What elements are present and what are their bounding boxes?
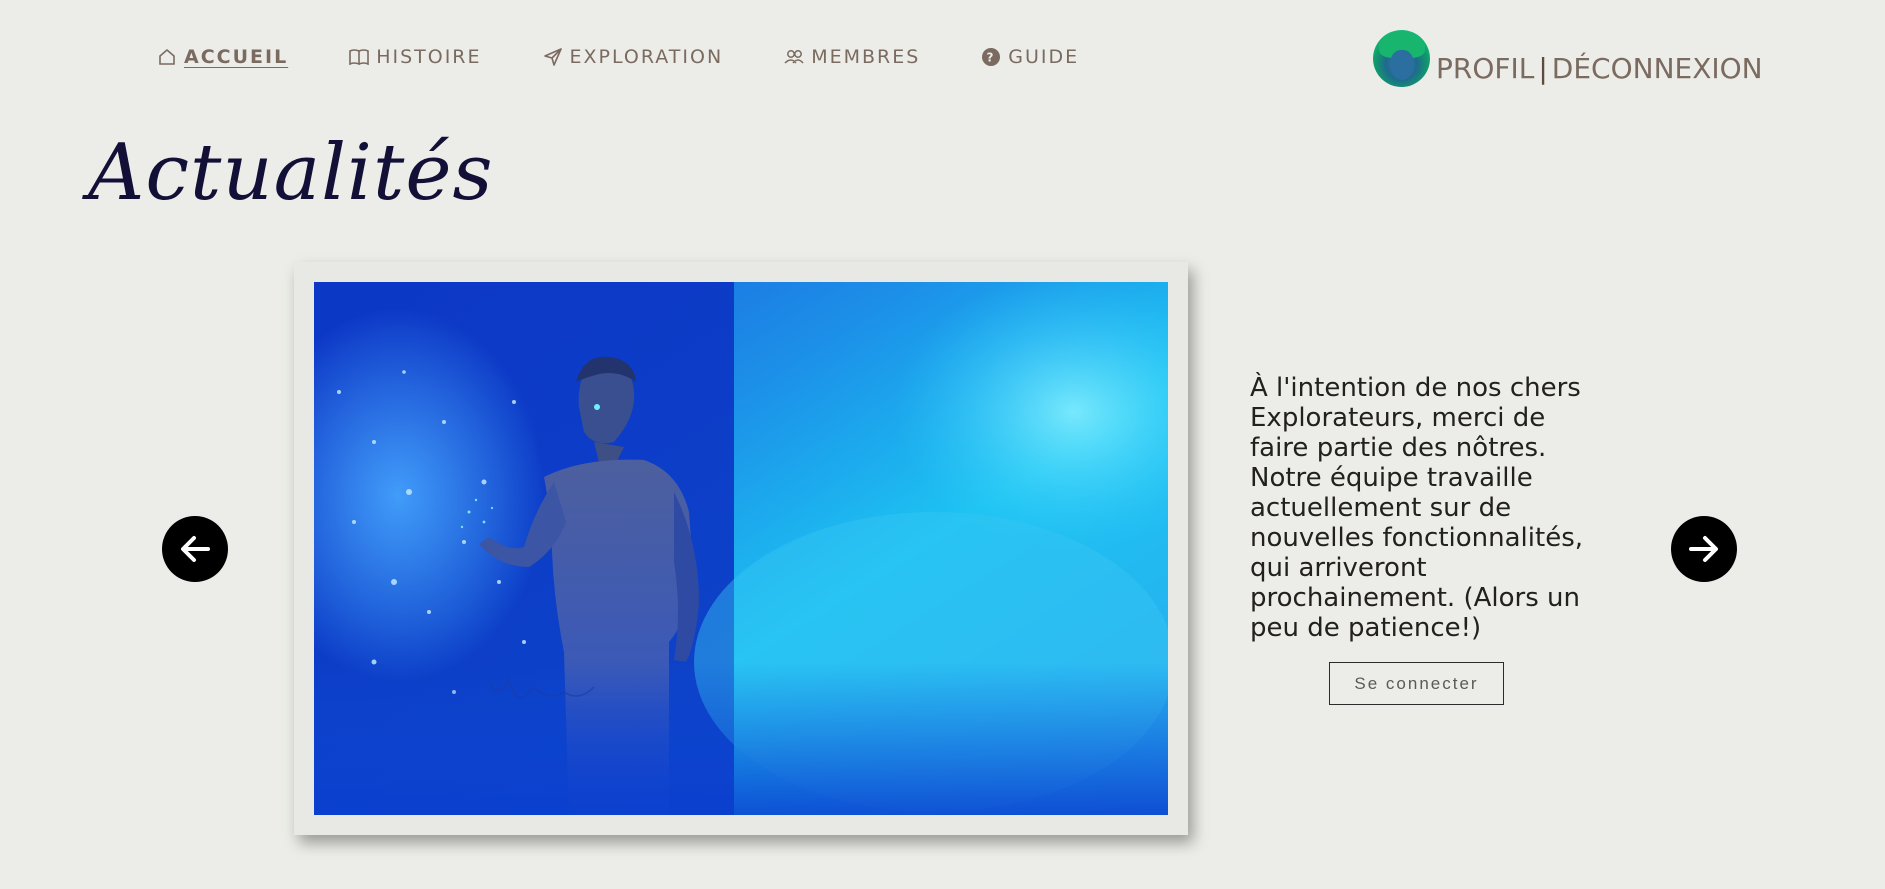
profile-link[interactable]: PROFIL — [1436, 52, 1534, 85]
nav-item-label: HISTOIRE — [376, 46, 482, 68]
arrow-left-icon — [181, 536, 210, 562]
nav-item-histoire[interactable]: HISTOIRE — [348, 46, 481, 68]
paper-plane-icon — [542, 46, 564, 68]
connect-button[interactable]: Se connecter — [1329, 662, 1504, 705]
avatar[interactable] — [1373, 30, 1430, 87]
book-icon — [348, 46, 370, 68]
slide-illustration — [314, 282, 1168, 815]
main-nav: ACCUEIL HISTOIRE EXPLORATION MEMBRES ? G… — [156, 46, 1139, 68]
logout-link[interactable]: DÉCONNEXION — [1552, 52, 1763, 85]
users-icon — [783, 46, 805, 68]
svg-text:?: ? — [987, 51, 996, 65]
slide-description: À l'intention de nos chers Explorateurs,… — [1250, 373, 1583, 643]
nav-item-membres[interactable]: MEMBRES — [783, 46, 920, 68]
slide-frame — [294, 262, 1188, 835]
profile-links: PROFIL | DÉCONNEXION — [1436, 52, 1763, 85]
carousel-next-button[interactable] — [1671, 516, 1737, 582]
profile-separator: | — [1538, 52, 1548, 85]
nav-item-label: EXPLORATION — [569, 46, 724, 68]
nav-item-label: ACCUEIL — [184, 46, 289, 68]
avatar-face — [1390, 50, 1414, 80]
page-title: Actualités — [88, 128, 494, 218]
nav-item-label: GUIDE — [1008, 46, 1080, 68]
nav-item-exploration[interactable]: EXPLORATION — [542, 46, 724, 68]
arrow-right-icon — [1689, 536, 1718, 562]
carousel-prev-button[interactable] — [162, 516, 228, 582]
question-circle-icon: ? — [980, 46, 1002, 68]
home-icon — [156, 46, 178, 68]
nav-item-accueil[interactable]: ACCUEIL — [156, 46, 288, 68]
nav-item-guide[interactable]: ? GUIDE — [980, 46, 1079, 68]
profile-area: PROFIL | DÉCONNEXION — [1373, 30, 1763, 87]
nav-item-label: MEMBRES — [811, 46, 921, 68]
